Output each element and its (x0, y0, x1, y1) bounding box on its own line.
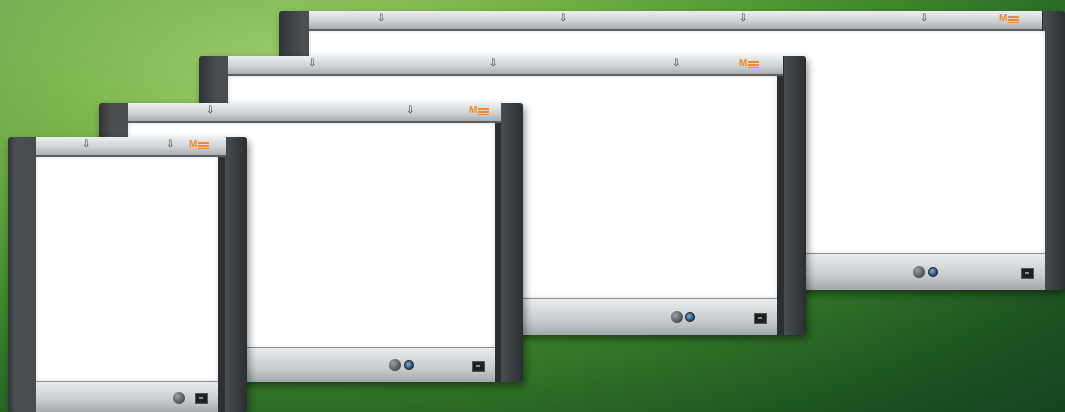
film-clip-rail: ⇩ ⇩ M (128, 103, 501, 123)
brand-logo-bars-icon (198, 141, 210, 149)
power-indicator-icon (404, 360, 414, 370)
power-switch[interactable] (195, 393, 208, 404)
film-clip-icon[interactable]: ⇩ (559, 14, 567, 24)
film-clip-rail: ⇩ ⇩ ⇩ ⇩ M (309, 11, 1042, 31)
film-clip-icon[interactable]: ⇩ (166, 140, 174, 150)
power-indicator-icon (928, 267, 938, 277)
brand-logo-mark: M (739, 58, 748, 69)
film-clip-icon[interactable]: ⇩ (739, 14, 747, 24)
brand-logo-bars-icon (1008, 15, 1020, 23)
power-switch[interactable] (472, 361, 485, 372)
brand-logo-mark: M (469, 105, 478, 116)
film-clip-icon[interactable]: ⇩ (489, 59, 497, 69)
dimmer-knob[interactable] (671, 311, 683, 323)
film-clip-icon[interactable]: ⇩ (308, 59, 316, 69)
illuminated-screen (36, 157, 218, 381)
power-indicator-icon (685, 312, 695, 322)
film-clip-icon[interactable]: ⇩ (406, 106, 414, 116)
brand-logo: M (739, 58, 760, 69)
dimmer-knob[interactable] (389, 359, 401, 371)
brand-logo-bars-icon (748, 60, 760, 68)
film-clip-rail: ⇩ ⇩ M (36, 137, 226, 157)
film-clip-icon[interactable]: ⇩ (82, 140, 90, 150)
film-clip-icon[interactable]: ⇩ (672, 59, 680, 69)
brand-logo: M (189, 139, 210, 150)
power-switch[interactable] (1021, 268, 1034, 279)
film-clip-icon[interactable]: ⇩ (206, 106, 214, 116)
film-clip-icon[interactable]: ⇩ (920, 14, 928, 24)
brand-logo-mark: M (999, 13, 1008, 24)
brand-logo: M (999, 13, 1020, 24)
control-rail (36, 381, 218, 412)
brand-logo-mark: M (189, 139, 198, 150)
brand-logo-bars-icon (478, 107, 490, 115)
brand-logo: M (469, 105, 490, 116)
film-clip-icon[interactable]: ⇩ (377, 14, 385, 24)
viewer-single-panel: ⇩ ⇩ M (8, 137, 247, 412)
dimmer-knob[interactable] (173, 392, 185, 404)
dimmer-knob[interactable] (913, 266, 925, 278)
film-clip-rail: ⇩ ⇩ ⇩ M (228, 56, 783, 76)
power-switch[interactable] (754, 313, 767, 324)
